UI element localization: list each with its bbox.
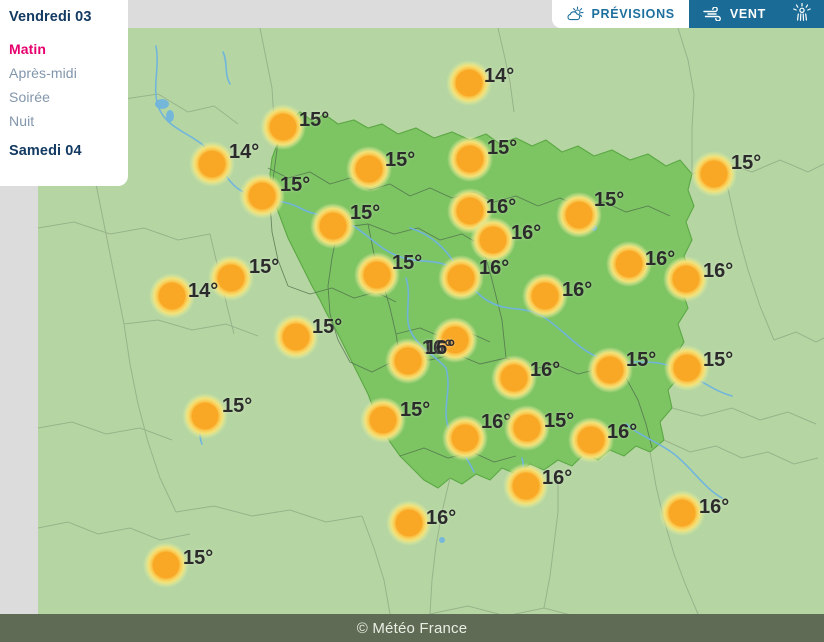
region-ile-de-france [269,111,695,489]
map-layer-tabs: PRÉVISIONS VENT [552,0,824,28]
map-attribution-footer: © Météo France [0,614,824,642]
copyright-text: © Météo France [356,619,468,637]
tab-vent[interactable]: VENT [688,0,780,28]
sidebar-slot-list: Matin Après-midi Soirée Nuit [9,42,128,128]
tab-previsions-label: PRÉVISIONS [591,7,675,21]
weather-map-screen: 14° 15° 14° 15° 15° 15° 15° 15° 16° 15° 16° 15° 16° 1… [0,0,824,642]
sidebar-slot-3[interactable]: Nuit [9,114,128,128]
day-selector-sidebar: Vendredi 03 Matin Après-midi Soirée Nuit Sa… [0,0,128,186]
uv-sun-rays-icon [792,2,812,27]
tab-vent-label: VENT [729,7,766,21]
tab-uv-index[interactable] [780,0,824,28]
sidebar-day-current[interactable]: Vendredi 03 [9,10,128,25]
wind-icon [703,7,723,21]
tab-previsions[interactable]: PRÉVISIONS [552,0,689,28]
sidebar-slot-0[interactable]: Matin [9,42,128,56]
sidebar-day-next[interactable]: Samedi 04 [9,143,128,159]
map-vector-layer [38,28,824,614]
sidebar-slot-2[interactable]: Soirée [9,90,128,104]
sidebar-slot-1[interactable]: Après-midi [9,66,128,80]
sun-cloud-icon [566,6,584,22]
